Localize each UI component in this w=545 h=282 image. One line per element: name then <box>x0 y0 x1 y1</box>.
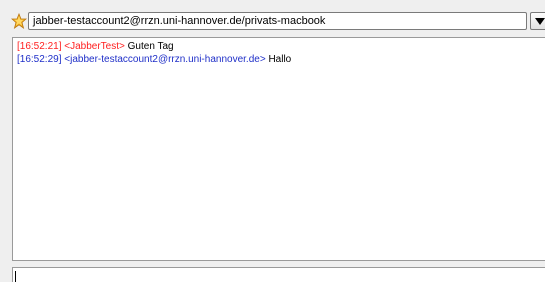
recipient-field[interactable]: jabber-testaccount2@rrzn.uni-hannover.de… <box>28 12 527 30</box>
recipient-toolbar: jabber-testaccount2@rrzn.uni-hannover.de… <box>0 10 545 34</box>
message-timestamp: [16:52:21] <box>17 41 62 52</box>
message-sender: <JabberTest> <box>64 41 125 52</box>
chat-message: [16:52:21] <JabberTest> Guten Tag <box>17 40 545 53</box>
message-timestamp: [16:52:29] <box>17 54 62 65</box>
message-text: Hallo <box>268 54 292 65</box>
text-caret <box>15 271 16 282</box>
message-text: Guten Tag <box>127 41 174 52</box>
recipient-dropdown-button[interactable] <box>530 12 545 30</box>
message-sender: <jabber-testaccount2@rrzn.uni-hannover.d… <box>64 54 266 65</box>
message-input[interactable] <box>12 267 545 282</box>
triangle-down-icon <box>535 18 545 25</box>
chat-window: jabber-testaccount2@rrzn.uni-hannover.de… <box>0 0 545 282</box>
chat-message: [16:52:29] <jabber-testaccount2@rrzn.uni… <box>17 53 545 66</box>
chat-log[interactable]: [16:52:21] <JabberTest> Guten Tag [16:52… <box>12 37 545 261</box>
star-icon[interactable] <box>10 12 28 29</box>
